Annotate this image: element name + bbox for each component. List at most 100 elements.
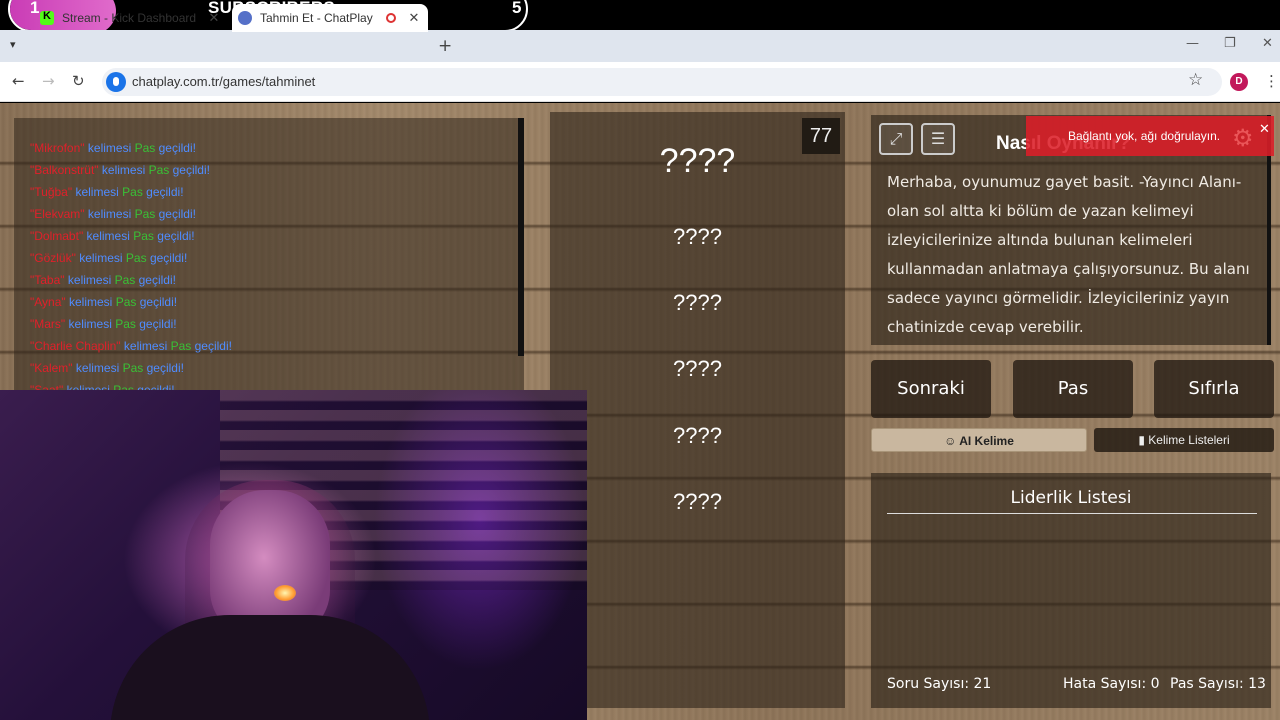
ai-word-tab[interactable]: ☺ AI Kelime <box>871 428 1087 452</box>
pas-text: Pas <box>122 361 144 375</box>
kick-favicon-icon <box>40 10 54 25</box>
tab-search-chevron-icon[interactable]: ▾ <box>10 38 16 51</box>
kelimesi-text: kelimesi <box>68 317 112 331</box>
toast-close-icon[interactable]: ✕ <box>1259 122 1270 137</box>
subscriber-goal-count: 5 <box>512 0 522 17</box>
word-lists-tab[interactable]: ▮ Kelime Listeleri <box>1094 428 1274 452</box>
tab-title: Stream - Kick Dashboard <box>62 11 197 25</box>
log-line: "Charlie Chaplin" kelimesi Pas geçildi! <box>30 339 232 353</box>
log-line: "Taba" kelimesi Pas geçildi! <box>30 273 176 287</box>
pass-count: Pas Sayısı: 13 <box>1170 676 1266 692</box>
close-window-icon[interactable]: ✕ <box>1262 36 1273 51</box>
forward-arrow-icon[interactable]: → <box>42 72 55 90</box>
passed-word: "Gözlük" <box>30 251 76 265</box>
pas-text: Pas <box>115 317 136 331</box>
kelimesi-text: kelimesi <box>123 339 168 353</box>
passed-word: "Ayna" <box>30 295 66 309</box>
log-line: "Mikrofon" kelimesi Pas geçildi! <box>30 141 196 155</box>
list-icon: ▮ <box>1138 433 1149 447</box>
next-button[interactable]: Sonraki <box>871 360 991 418</box>
divider <box>887 513 1257 514</box>
fullscreen-icon[interactable]: ⤢ <box>879 123 913 155</box>
reload-icon[interactable]: ↻ <box>72 72 85 90</box>
log-line: "Mars" kelimesi Pas geçildi! <box>30 317 177 331</box>
target-word: ???? <box>659 142 736 180</box>
pas-text: Pas <box>115 295 137 309</box>
pas-text: Pas <box>133 229 154 243</box>
forbidden-word: ???? <box>673 423 722 448</box>
forbidden-word: ???? <box>673 290 722 315</box>
forbidden-word: ???? <box>673 224 722 249</box>
gecildi-text: geçildi! <box>158 207 196 221</box>
pas-text: Pas <box>148 163 170 177</box>
back-arrow-icon[interactable]: ← <box>12 72 25 90</box>
pass-button[interactable]: Pas <box>1013 360 1133 418</box>
error-count: Hata Sayısı: 0 <box>1063 676 1160 692</box>
forbidden-word: ???? <box>673 489 722 514</box>
kelimesi-text: kelimesi <box>101 163 146 177</box>
gecildi-text: geçildi! <box>139 295 178 309</box>
pas-text: Pas <box>114 273 136 287</box>
pas-text: Pas <box>134 207 156 221</box>
log-line: "Elekvam" kelimesi Pas geçildi! <box>30 207 196 221</box>
browser-tab-bar <box>0 30 1280 62</box>
word-lists-label: Kelime Listeleri <box>1148 433 1230 447</box>
tab-chatplay[interactable]: Tahmin Et - ChatPlay ✕ <box>232 4 428 32</box>
kelimesi-text: kelimesi <box>86 229 130 243</box>
log-line: "Ayna" kelimesi Pas geçildi! <box>30 295 177 309</box>
forbidden-word: ???? <box>673 356 722 381</box>
log-line: "Gözlük" kelimesi Pas geçildi! <box>30 251 187 265</box>
browser-menu-icon[interactable]: ⋮ <box>1264 72 1279 90</box>
close-tab-icon[interactable]: ✕ <box>206 10 222 26</box>
gecildi-text: geçildi! <box>139 317 177 331</box>
passed-word: "Kalem" <box>30 361 73 375</box>
gecildi-text: geçildi! <box>138 273 176 287</box>
kelimesi-text: kelimesi <box>69 295 113 309</box>
passed-word: "Mikrofon" <box>30 141 85 155</box>
kelimesi-text: kelimesi <box>87 141 132 155</box>
gecildi-text: geçildi! <box>194 339 232 353</box>
passed-word: "Mars" <box>30 317 66 331</box>
restore-icon[interactable]: ❐ <box>1224 36 1236 51</box>
bookmark-star-icon[interactable]: ☆ <box>1188 70 1203 90</box>
microphone-permission-icon[interactable] <box>106 72 126 92</box>
minimize-icon[interactable]: — <box>1186 36 1199 51</box>
gecildi-text: geçildi! <box>146 185 184 199</box>
address-bar: ← → ↻ chatplay.com.tr/games/tahminet <box>0 62 1280 102</box>
streamer-body <box>110 615 430 720</box>
close-tab-icon[interactable]: ✕ <box>406 10 422 26</box>
passed-word: "Elekvam" <box>30 207 85 221</box>
passed-word: "Balkonstrüt" <box>30 163 99 177</box>
passed-word: "Taba" <box>30 273 65 287</box>
gecildi-text: geçildi! <box>146 361 184 375</box>
kelimesi-text: kelimesi <box>75 361 120 375</box>
robot-icon: ☺ <box>944 434 960 448</box>
new-tab-plus-icon[interactable]: + <box>438 36 452 56</box>
kelimesi-text: kelimesi <box>67 273 112 287</box>
leaderboard-panel <box>871 473 1271 708</box>
reset-button[interactable]: Sıfırla <box>1154 360 1274 418</box>
log-line: "Tuğba" kelimesi Pas geçildi! <box>30 185 184 199</box>
pas-text: Pas <box>134 141 156 155</box>
kelimesi-text: kelimesi <box>79 251 123 265</box>
pas-text: Pas <box>170 339 192 353</box>
gecildi-text: geçildi! <box>172 163 210 177</box>
word-card-panel <box>550 112 845 708</box>
notes-icon[interactable]: ☰ <box>921 123 955 155</box>
ai-word-label: AI Kelime <box>959 434 1014 448</box>
profile-avatar[interactable]: D <box>1230 73 1248 91</box>
settings-gear-icon[interactable]: ⚙ <box>1232 124 1254 152</box>
gecildi-text: geçildi! <box>149 251 188 265</box>
pas-text: Pas <box>125 251 147 265</box>
kelimesi-text: kelimesi <box>87 207 132 221</box>
log-scrollbar[interactable] <box>518 118 524 356</box>
passed-word: "Tuğba" <box>30 185 73 199</box>
light-glow <box>274 585 296 601</box>
tab-title: Tahmin Et - ChatPlay <box>260 11 373 25</box>
log-line: "Dolmabt" kelimesi Pas geçildi! <box>30 229 195 243</box>
kelimesi-text: kelimesi <box>75 185 119 199</box>
tab-kick-dashboard[interactable]: Stream - Kick Dashboard ✕ <box>34 4 228 32</box>
url-field[interactable]: chatplay.com.tr/games/tahminet <box>102 68 1222 96</box>
url-text[interactable]: chatplay.com.tr/games/tahminet <box>132 74 315 89</box>
how-to-play-text: Merhaba, oyunumuz gayet basit. -Yayıncı … <box>887 173 1250 336</box>
